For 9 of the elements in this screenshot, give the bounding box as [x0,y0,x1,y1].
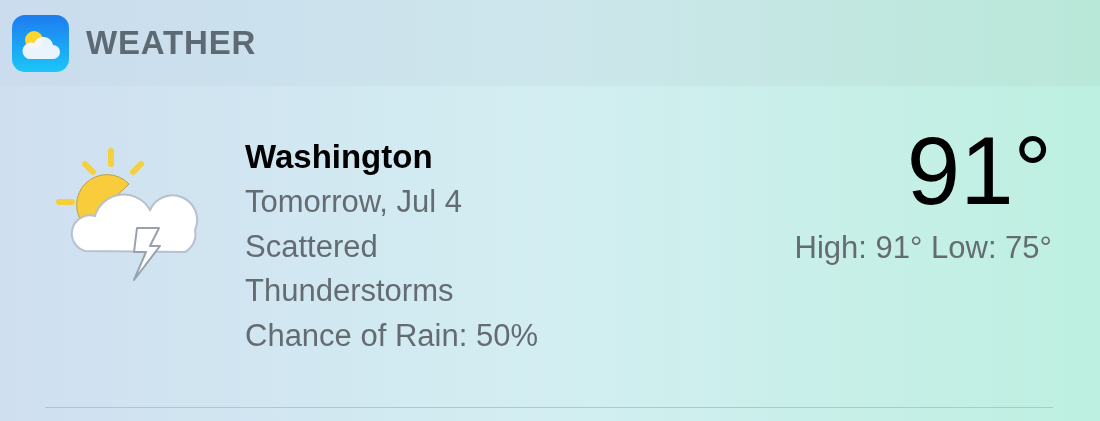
forecast-detail: Scattered [245,227,379,266]
forecast-detail: Chance of Rain: 50% [245,316,538,355]
high-low-temperature: High: 91° Low: 75° [794,229,1052,267]
forecast-detail: Thunderstorms [245,272,455,310]
widget-title: WEATHER [86,23,257,64]
city-name: Washington [245,137,434,177]
temperature: 91° [906,116,1052,226]
forecast-detail: Tomorrow, Jul 4 [245,183,464,221]
weather-app-icon[interactable] [12,14,69,72]
